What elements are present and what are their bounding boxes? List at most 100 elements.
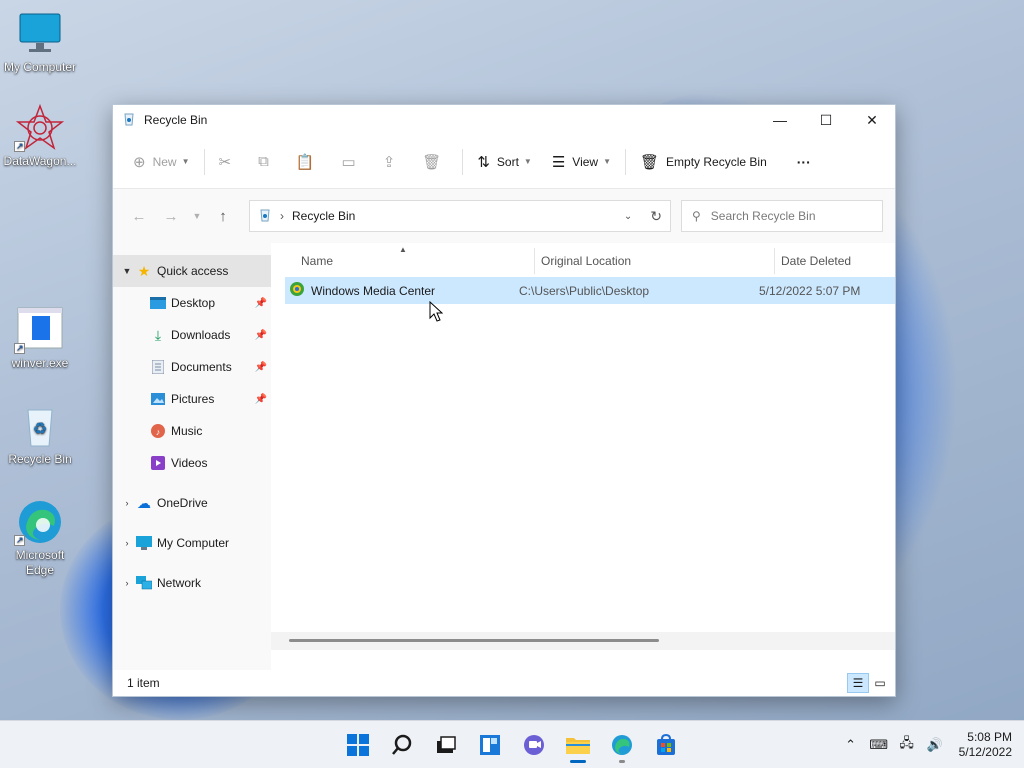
widgets-button[interactable] bbox=[468, 725, 512, 765]
sort-button[interactable]: ⇅ Sort ▼ bbox=[467, 146, 542, 178]
keyboard-button[interactable]: ⌨ bbox=[865, 737, 893, 753]
sidebar-item-onedrive[interactable]: › ☁ OneDrive bbox=[113, 487, 271, 519]
start-button[interactable] bbox=[336, 725, 380, 765]
view-button[interactable]: ☰ View ▼ bbox=[542, 146, 621, 178]
edge-icon bbox=[612, 734, 632, 755]
column-header-name[interactable]: Name bbox=[295, 248, 535, 274]
sidebar-item-desktop[interactable]: Desktop 📌 bbox=[113, 287, 271, 319]
sidebar-item-quick-access[interactable]: ▼ ★ Quick access bbox=[113, 255, 271, 287]
store-button[interactable] bbox=[644, 725, 688, 765]
rename-button[interactable]: ▭ bbox=[332, 146, 373, 178]
close-button[interactable]: ✕ bbox=[849, 105, 895, 135]
downloads-icon: ⤓ bbox=[154, 326, 162, 343]
title-bar[interactable]: Recycle Bin — ☐ ✕ bbox=[113, 105, 895, 135]
datawagon-icon bbox=[14, 103, 65, 154]
show-hidden-icons-button[interactable]: ⌃ bbox=[837, 737, 865, 753]
volume-button[interactable]: 🔊 bbox=[921, 737, 949, 753]
new-label: New bbox=[152, 154, 177, 169]
chat-button[interactable] bbox=[512, 725, 556, 765]
chevron-down-icon: ▼ bbox=[181, 157, 190, 166]
sidebar-item-videos[interactable]: Videos bbox=[113, 447, 271, 479]
sidebar-item-documents[interactable]: Documents 📌 bbox=[113, 351, 271, 383]
table-row[interactable]: Windows Media Center C:\Users\Public\Des… bbox=[285, 277, 895, 304]
list-view-icon: ☰ bbox=[551, 153, 566, 171]
divider bbox=[625, 148, 626, 175]
share-button[interactable]: ⇪ bbox=[373, 146, 413, 178]
search-button[interactable] bbox=[380, 725, 424, 765]
sidebar-item-network[interactable]: › Network bbox=[113, 567, 271, 599]
sidebar-item-label: OneDrive bbox=[157, 496, 208, 510]
up-button[interactable]: ↑ bbox=[207, 208, 239, 225]
maximize-button[interactable]: ☐ bbox=[803, 105, 849, 135]
copy-button[interactable]: ⧉ bbox=[248, 146, 286, 178]
desktop-icon-label: Recycle Bin bbox=[8, 452, 72, 466]
sidebar-item-my-computer[interactable]: › My Computer bbox=[113, 527, 271, 559]
cut-button[interactable]: ✂ bbox=[209, 146, 249, 178]
chevron-right-icon: › bbox=[125, 538, 129, 548]
breadcrumb[interactable]: Recycle Bin bbox=[292, 209, 355, 223]
date: 5/12/2022 bbox=[958, 744, 1012, 759]
trash-icon: 🗑 bbox=[422, 153, 442, 171]
plus-icon: ⊕ bbox=[133, 153, 146, 171]
edge-icon bbox=[14, 498, 64, 548]
sidebar-item-label: Quick access bbox=[157, 264, 229, 278]
divider bbox=[462, 148, 464, 175]
back-button[interactable]: ← bbox=[123, 208, 155, 225]
chat-icon bbox=[524, 734, 544, 755]
recycle-bin-small-icon bbox=[122, 112, 136, 129]
search-placeholder: Search Recycle Bin bbox=[710, 209, 816, 223]
task-view-button[interactable] bbox=[424, 725, 468, 765]
details-view-icon: ☰ bbox=[852, 676, 864, 690]
paste-button[interactable]: 📋 bbox=[286, 146, 332, 178]
empty-recycle-bin-button[interactable]: 🗑 Empty Recycle Bin bbox=[630, 146, 777, 178]
time: 5:08 PM bbox=[967, 729, 1012, 744]
desktop-icon-winver[interactable]: winver.exe bbox=[0, 306, 80, 371]
desktop-icon-my-computer[interactable]: My Computer bbox=[0, 10, 80, 75]
column-header-original-location[interactable]: Original Location bbox=[535, 248, 775, 274]
minimize-button[interactable]: — bbox=[757, 105, 803, 135]
delete-button[interactable]: 🗑 bbox=[412, 146, 458, 178]
forward-button[interactable]: → bbox=[155, 208, 187, 225]
network-button[interactable]: 🖧 bbox=[893, 734, 921, 756]
computer-icon bbox=[135, 535, 153, 551]
sidebar-item-label: Videos bbox=[171, 456, 208, 470]
address-dropdown-button[interactable]: ⌄ bbox=[624, 211, 632, 222]
chevron-down-icon: ▼ bbox=[603, 157, 611, 166]
new-button[interactable]: ⊕ New ▼ bbox=[123, 146, 200, 178]
desktop-icon-recycle-bin[interactable]: ♻ Recycle Bin bbox=[0, 402, 80, 467]
recent-locations-button[interactable]: ▼ bbox=[187, 211, 207, 221]
search-box[interactable]: ⚲ Search Recycle Bin bbox=[681, 200, 883, 232]
column-header-date-deleted[interactable]: Date Deleted bbox=[775, 248, 895, 274]
windows-logo-icon bbox=[347, 733, 369, 756]
desktop-icon-edge[interactable]: Microsoft Edge bbox=[0, 498, 80, 578]
desktop-icon-datawagon[interactable]: DataWagon... bbox=[0, 103, 80, 169]
trash-icon: 🗑 bbox=[640, 153, 660, 171]
edge-taskbar-button[interactable] bbox=[600, 725, 644, 765]
sidebar-item-downloads[interactable]: ⤓ Downloads 📌 bbox=[113, 319, 271, 351]
pin-icon: 📌 bbox=[254, 393, 267, 405]
sidebar-item-label: Pictures bbox=[171, 392, 215, 406]
mouse-cursor-icon bbox=[429, 301, 443, 322]
view-label: View bbox=[572, 154, 599, 169]
clipboard-icon: 📋 bbox=[295, 153, 315, 171]
pictures-icon bbox=[149, 391, 167, 407]
sidebar-item-music[interactable]: ♪ Music bbox=[113, 415, 271, 447]
network-status-icon: 🖧 bbox=[899, 734, 914, 750]
file-explorer-button[interactable] bbox=[556, 725, 600, 765]
sidebar-item-pictures[interactable]: Pictures 📌 bbox=[113, 383, 271, 415]
clock[interactable]: 5:08 PM 5/12/2022 bbox=[959, 730, 1012, 760]
pin-icon: 📌 bbox=[254, 297, 267, 309]
more-options-button[interactable]: ··· bbox=[787, 146, 821, 178]
search-icon: ⚲ bbox=[692, 209, 701, 223]
chevron-up-icon: ⌃ bbox=[845, 736, 857, 752]
onedrive-icon: ☁ bbox=[137, 494, 151, 511]
refresh-button[interactable]: ↻ bbox=[650, 208, 662, 225]
svg-text:♻: ♻ bbox=[33, 421, 47, 438]
file-list: ▲ Name Original Location Date Deleted Wi… bbox=[271, 243, 895, 670]
tiles-view-button[interactable]: ▭ bbox=[869, 673, 891, 693]
file-name: Windows Media Center bbox=[311, 283, 436, 298]
horizontal-scrollbar[interactable] bbox=[289, 639, 659, 642]
details-view-button[interactable]: ☰ bbox=[847, 673, 869, 693]
recycle-bin-icon: ♻ bbox=[16, 402, 64, 450]
address-bar[interactable]: › Recycle Bin ⌄ ↻ bbox=[249, 200, 671, 232]
